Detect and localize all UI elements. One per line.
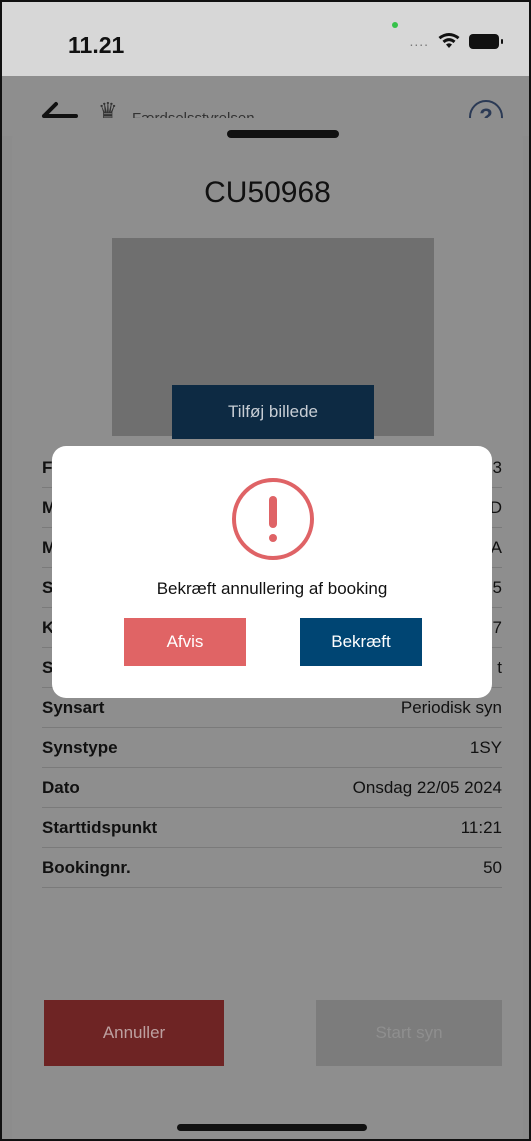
detail-label: Bookingnr.	[42, 857, 131, 877]
detail-value: 1SY	[469, 737, 502, 757]
detail-label: Starttidspunkt	[42, 817, 158, 837]
detail-row-starttidspunkt: Starttidspunkt 11:21	[42, 808, 502, 848]
license-plate-title: CU50968	[204, 176, 331, 209]
detail-row-synstype: Synstype 1SY	[42, 728, 502, 768]
dialog-message: Bekræft annullering af booking	[156, 579, 388, 598]
cellular-signal-icon: ....	[409, 33, 429, 49]
home-indicator[interactable]	[177, 1124, 367, 1131]
battery-icon	[469, 33, 503, 49]
wifi-icon	[438, 33, 460, 48]
detail-value: 5	[492, 577, 502, 597]
detail-value: t	[497, 657, 502, 677]
detail-value: A	[490, 537, 502, 557]
detail-value: Periodisk syn	[400, 697, 502, 717]
status-time: 11.21	[68, 32, 125, 58]
start-inspection-button[interactable]: Start syn	[316, 1000, 502, 1066]
reject-button[interactable]: Afvis	[124, 618, 246, 666]
cancel-booking-button[interactable]: Annuller	[44, 1000, 224, 1066]
confirm-cancel-dialog: Bekræft annullering af booking Afvis Bek…	[52, 446, 492, 698]
detail-value: 7	[492, 617, 502, 637]
privacy-indicator-dot	[392, 22, 398, 28]
detail-label: Synsart	[42, 697, 105, 717]
status-bar: 11.21 ....	[2, 2, 529, 76]
sheet-grabber[interactable]	[227, 130, 339, 138]
detail-label: Dato	[42, 777, 80, 797]
detail-row-dato: Dato Onsdag 22/05 2024	[42, 768, 502, 808]
status-icons: ....	[409, 32, 503, 50]
warning-icon	[232, 478, 314, 560]
detail-value: 3	[492, 457, 502, 477]
detail-label: F	[42, 457, 53, 477]
detail-value: Onsdag 22/05 2024	[352, 777, 502, 797]
phone-screen: 11.21 .... ♛ Færdselsstyrelsen ? CU50968…	[0, 0, 531, 1141]
add-photo-button[interactable]: Tilføj billede	[172, 385, 374, 439]
detail-value: 50	[483, 857, 502, 877]
confirm-button[interactable]: Bekræft	[300, 618, 422, 666]
detail-row-bookingnr: Bookingnr. 50	[42, 848, 502, 888]
detail-value: 11:21	[460, 817, 502, 837]
detail-label: Synstype	[42, 737, 118, 757]
